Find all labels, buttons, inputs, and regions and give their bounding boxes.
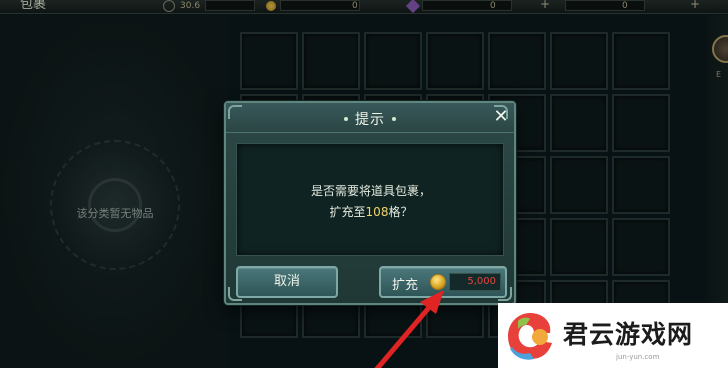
expand-cost: 5,000	[449, 273, 501, 291]
capacity-highlight: 108	[365, 205, 389, 219]
expand-confirm-dialog: 提示 ✕ 是否需要将道具包裹， 扩充至108格？ 取消 扩充 5,000	[224, 101, 516, 305]
watermark: 君云游戏网 jun-yun.com	[498, 303, 728, 368]
corner-ornament	[228, 105, 242, 119]
watermark-subtext: jun-yun.com	[616, 353, 660, 361]
expand-button[interactable]: 扩充 5,000	[379, 266, 507, 298]
expand-button-label: 扩充	[392, 278, 419, 293]
dialog-message-line1: 是否需要将道具包裹，	[310, 184, 431, 198]
cancel-button[interactable]: 取消	[236, 266, 338, 298]
cancel-button-label: 取消	[273, 274, 300, 289]
gold-coin-icon	[430, 274, 446, 290]
watermark-logo	[508, 313, 552, 360]
dialog-message-line2: 扩充至108格？	[329, 205, 413, 219]
dialog-message-box: 是否需要将道具包裹， 扩充至108格？	[236, 143, 504, 256]
watermark-text: 君云游戏网	[563, 320, 694, 349]
corner-ornament	[494, 105, 508, 119]
dialog-title: 提示	[226, 109, 514, 129]
dialog-title-bar: 提示 ✕	[226, 103, 514, 133]
